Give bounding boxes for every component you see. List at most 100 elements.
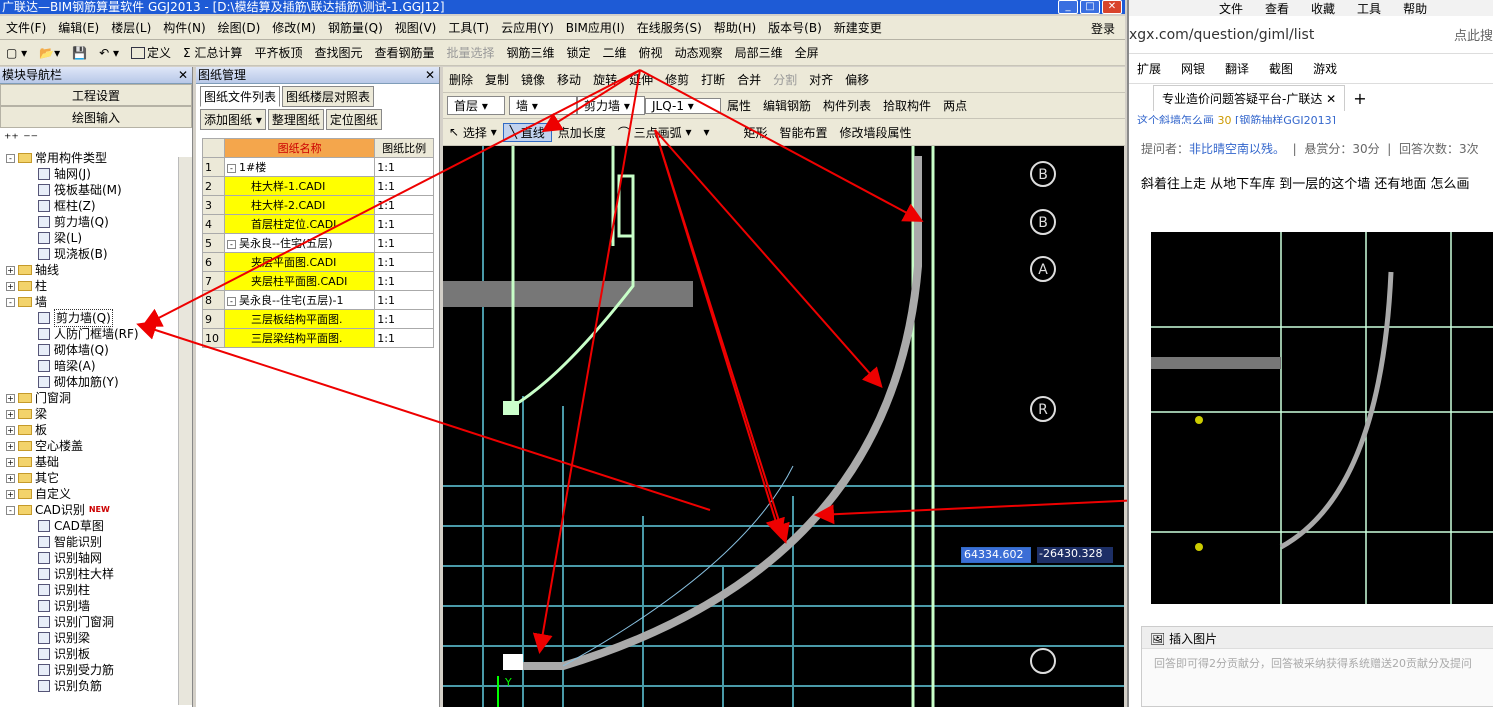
tree-item[interactable]: + 轴线 [0,262,192,278]
drawing-name-cell[interactable]: 柱大样-2.CADI [223,195,376,215]
drawing-input-button[interactable]: 绘图输入 [0,106,192,128]
tab-floor-mapping[interactable]: 图纸楼层对照表 [282,86,375,107]
cad-canvas[interactable]: B B A R Y 64334.602 -26430.328 [443,146,1124,707]
login-link[interactable]: 登录 [1091,20,1115,37]
fav-screenshot[interactable]: 截图 [1269,60,1293,77]
answer-placeholder[interactable]: 回答即可得2分贡献分，回答被采纳获得系统赠送20贡献分及提问 [1142,649,1493,677]
tree-item[interactable]: 识别负筋 [0,678,192,694]
dynamic-view-button[interactable]: 动态观察 [669,44,729,61]
menu-file[interactable]: 文件(F) [0,19,52,36]
browser-menu-help[interactable]: 帮助 [1403,0,1427,16]
expand-icon[interactable]: + [6,457,15,467]
batch-select-button[interactable]: 批量选择 [440,44,500,61]
drawing-name-cell[interactable]: 三层板结构平面图. [223,309,376,329]
component-list-button[interactable]: 构件列表 [817,97,877,114]
tree-item[interactable]: 识别柱 [0,582,192,598]
table-row[interactable]: 8- 吴永良--住宅(五层)-1 1:1 [202,290,434,310]
mirror-button[interactable]: 镜像 [515,71,551,88]
address-bar[interactable]: xgx.com/question/giml/list 点此搜 [1129,16,1493,54]
table-row[interactable]: 9 三层板结构平面图. 1:1 [202,309,434,329]
menu-new-change[interactable]: 新建变更 [828,19,888,36]
tree-item[interactable]: 识别梁 [0,630,192,646]
save-icon[interactable]: 💾 [66,46,93,60]
tree-item[interactable]: 暗梁(A) [0,358,192,374]
expand-collapse-icons[interactable]: ⁺⁺ ⁻⁻ [0,128,192,150]
two-point-button[interactable]: 两点 [937,97,973,114]
lock-button[interactable]: 锁定 [561,44,597,61]
drawing-name-cell[interactable]: - 吴永良--住宅(五层) [223,233,376,253]
tree-item[interactable]: 识别受力筋 [0,662,192,678]
three-point-arc-button[interactable]: ⌒ 三点画弧 ▾ [612,124,698,141]
menu-tools[interactable]: 工具(T) [442,19,495,36]
tree-item[interactable]: 识别板 [0,646,192,662]
menu-draw[interactable]: 绘图(D) [212,19,267,36]
drawing-name-cell[interactable]: 柱大样-1.CADI [223,176,376,196]
drawing-name-cell[interactable]: 三层梁结构平面图. [223,328,376,348]
tree-item[interactable]: 人防门框墙(RF) [0,326,192,342]
expand-icon[interactable]: + [6,409,15,419]
drawing-scale-cell[interactable]: 1:1 [374,252,434,272]
menu-floor[interactable]: 楼层(L) [105,19,157,36]
menu-help[interactable]: 帮助(H) [708,19,762,36]
search-box[interactable]: 点此搜 [1454,25,1493,44]
tree-item[interactable]: + 空心楼盖 [0,438,192,454]
menu-version[interactable]: 版本号(B) [762,19,828,36]
line-button[interactable]: ╲ 直线 [502,122,552,142]
close-icon[interactable]: ✕ [178,67,188,84]
curved-shear-wall[interactable] [508,156,922,670]
tree-item[interactable]: CAD草图 [0,518,192,534]
tree-item[interactable]: 智能识别 [0,534,192,550]
top-view-select[interactable]: 俯视 [633,44,669,61]
drawing-scale-cell[interactable]: 1:1 [374,271,434,291]
align-slab-button[interactable]: 平齐板顶 [248,44,308,61]
fav-games[interactable]: 游戏 [1313,60,1337,77]
close-button[interactable]: ✕ [1102,0,1122,14]
organize-drawing-button[interactable]: 整理图纸 [267,109,324,130]
expand-icon[interactable]: + [6,265,15,275]
open-icon[interactable]: 📂▾ [33,46,66,60]
expand-icon[interactable]: + [6,425,15,435]
tree-item[interactable]: - CAD识别 NEW [0,502,192,518]
expand-icon[interactable]: + [6,281,15,291]
scrollbar[interactable] [178,157,192,705]
question-tag[interactable]: [钢筋抽样GGJ2013] [1235,114,1336,124]
merge-button[interactable]: 合并 [731,71,767,88]
project-settings-button[interactable]: 工程设置 [0,84,192,106]
component-name-select[interactable]: JLQ-1 ▾ [645,97,721,114]
menu-view[interactable]: 视图(V) [389,19,443,36]
tree-item[interactable]: + 自定义 [0,486,192,502]
drawing-name-cell[interactable]: - 吴永良--住宅(五层)-1 [223,290,376,310]
locate-drawing-button[interactable]: 定位图纸 [325,109,382,130]
align-button[interactable]: 对齐 [803,71,839,88]
pick-component-button[interactable]: 拾取构件 [877,97,937,114]
tree-item[interactable]: + 梁 [0,406,192,422]
table-row[interactable]: 1-1#楼 1:1 [202,157,434,177]
split-button[interactable]: 分割 [767,71,803,88]
url-text[interactable]: xgx.com/question/giml/list [1129,27,1314,43]
collapse-icon[interactable]: - [6,297,15,307]
add-drawing-button[interactable]: 添加图纸 ▾ [200,109,266,130]
menu-online[interactable]: 在线服务(S) [631,19,708,36]
drawing-name-cell[interactable]: 夹层柱平面图.CADI [223,271,376,291]
drawing-scale-cell[interactable]: 1:1 [374,195,434,215]
delete-button[interactable]: 删除 [443,71,479,88]
expand-icon[interactable]: + [6,473,15,483]
wall-endpoint[interactable] [503,654,523,670]
question-image[interactable] [1151,232,1493,604]
browser-tab-active[interactable]: 专业造价问题答疑平台-广联达 ✕ [1153,85,1346,111]
new-tab-button[interactable]: + [1353,89,1366,108]
floor-select[interactable]: 首层 ▾ [447,96,505,115]
tree-item[interactable]: + 其它 [0,470,192,486]
insert-image-button[interactable]: 🖼 插入图片 [1142,627,1493,649]
table-row[interactable]: 6 夹层平面图.CADI 1:1 [202,252,434,272]
fav-translate[interactable]: 翻译 [1225,60,1249,77]
tree-item[interactable]: 梁(L) [0,230,192,246]
tree-item[interactable]: 轴网(J) [0,166,192,182]
tree-item[interactable]: 识别柱大样 [0,566,192,582]
rectangle-button[interactable]: 矩形 [738,124,774,141]
close-icon[interactable]: ✕ [425,67,435,84]
view-rebar-button[interactable]: 查看钢筋量 [368,44,440,61]
drawing-scale-cell[interactable]: 1:1 [374,328,434,348]
expand-icon[interactable]: + [6,393,15,403]
edit-rebar-button[interactable]: 编辑钢筋 [757,97,817,114]
